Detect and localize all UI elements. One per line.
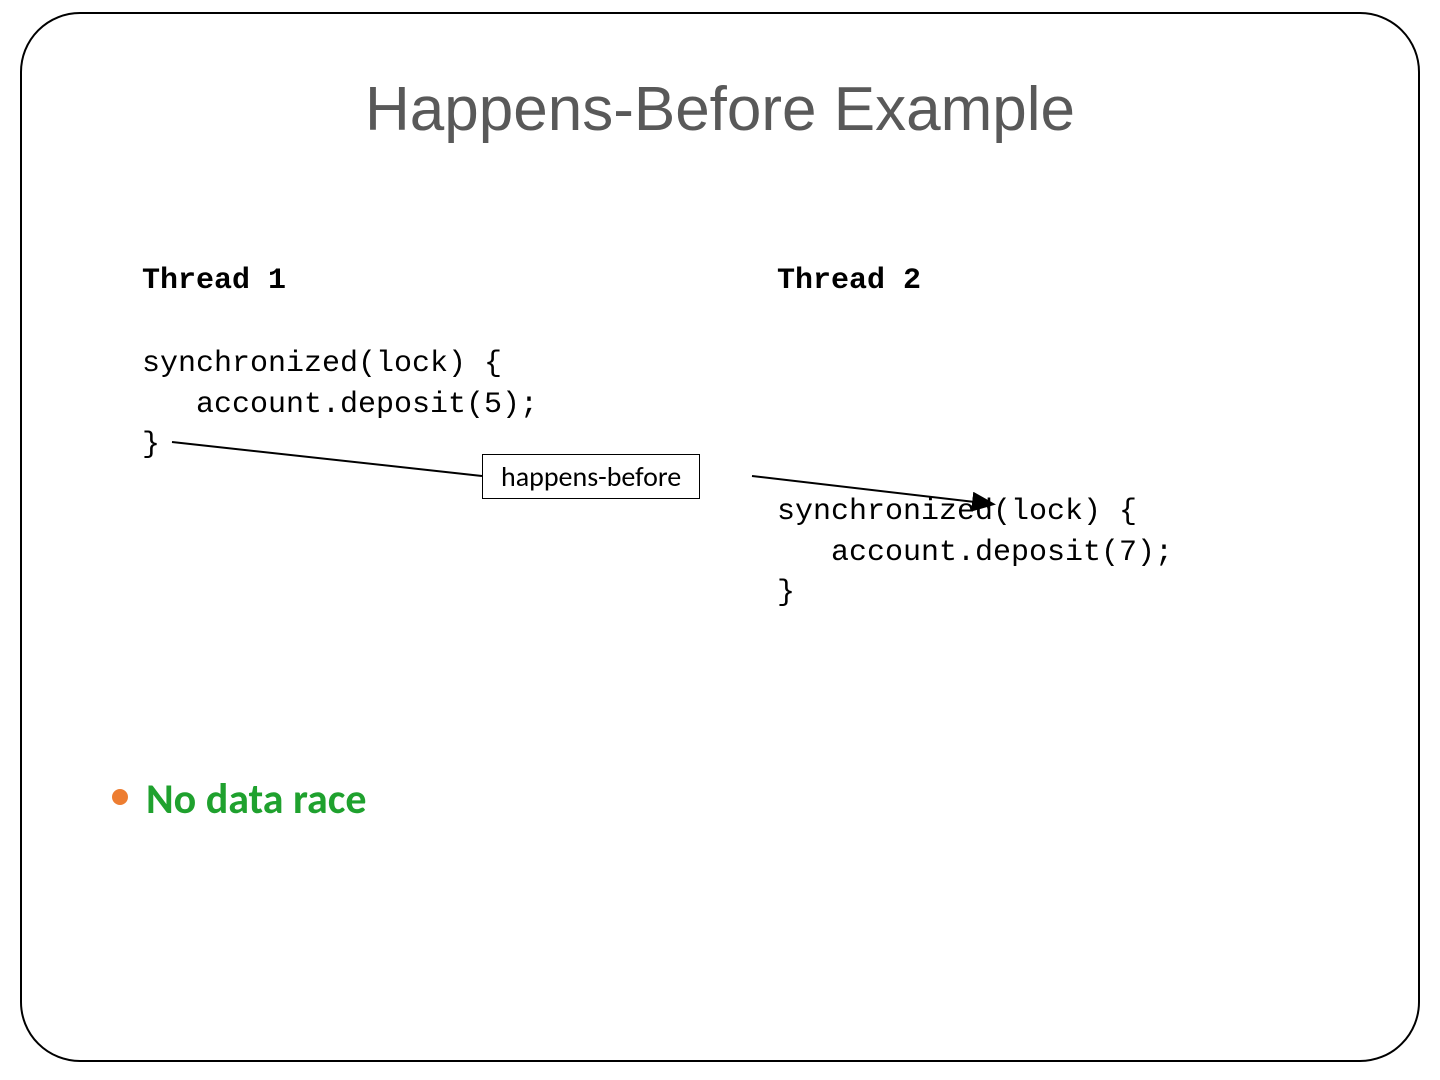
thread1-label: Thread 1 bbox=[142, 264, 286, 298]
thread2-label: Thread 2 bbox=[777, 264, 921, 298]
happens-before-label: happens-before bbox=[482, 454, 700, 499]
happens-before-arrow bbox=[22, 14, 1422, 1064]
bullet-dot-icon bbox=[112, 789, 128, 805]
bullet-text: No data race bbox=[146, 774, 366, 825]
thread2-code: synchronized(lock) { account.deposit(7);… bbox=[777, 492, 1173, 614]
thread1-code: synchronized(lock) { account.deposit(5);… bbox=[142, 344, 538, 466]
bullet-item: No data race bbox=[112, 774, 366, 825]
slide-title: Happens-Before Example bbox=[22, 74, 1418, 145]
slide-frame: Happens-Before Example Thread 1 Thread 2… bbox=[20, 12, 1420, 1062]
